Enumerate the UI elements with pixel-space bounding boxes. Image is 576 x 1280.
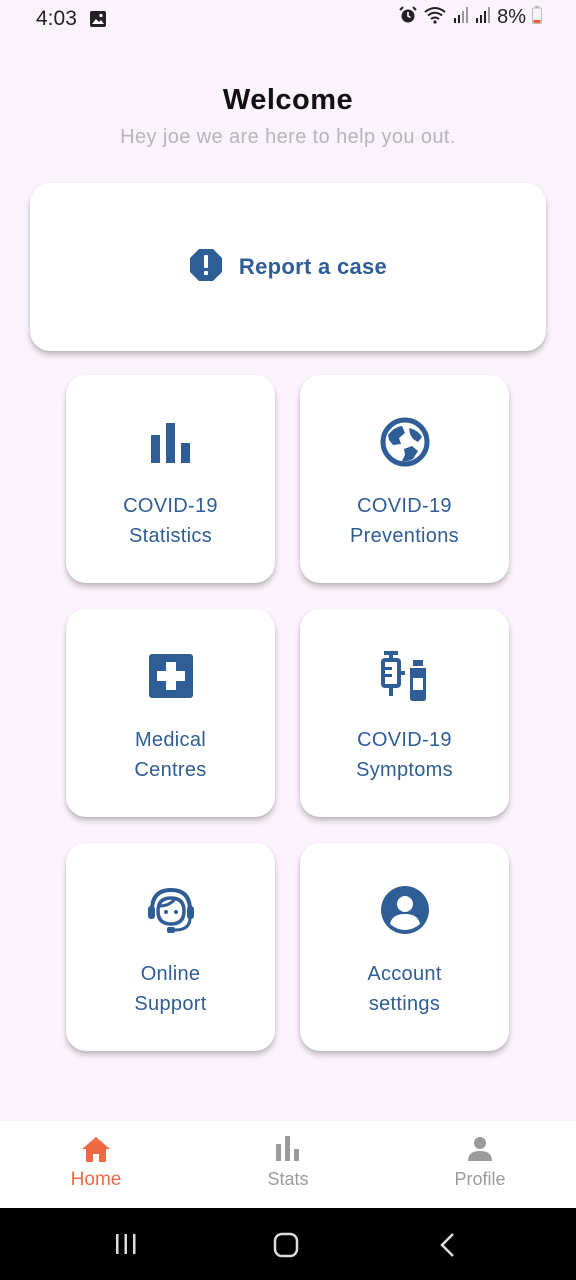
person-icon	[466, 1135, 494, 1165]
tile-label: COVID-19 Symptoms	[356, 729, 453, 781]
tile-label: COVID-19 Statistics	[123, 495, 218, 547]
page-title: Welcome	[222, 84, 354, 116]
covid-symptoms-tile[interactable]: COVID-19 Symptoms	[300, 609, 509, 817]
support-agent-icon	[145, 885, 197, 935]
bottom-navigation: Home Stats Profile	[0, 1121, 576, 1208]
tile-label: Online Support	[134, 963, 207, 1015]
nav-home-label: Home	[70, 1169, 122, 1190]
nav-stats[interactable]: Stats	[192, 1121, 384, 1208]
medical-centres-tile[interactable]: Medical Centres	[66, 609, 275, 817]
battery-level: 8%	[497, 6, 526, 28]
account-circle-icon	[380, 885, 430, 935]
tile-label: Account settings	[367, 963, 442, 1015]
wifi-icon	[423, 6, 447, 29]
covid-statistics-tile[interactable]: COVID-19 Statistics	[66, 375, 275, 583]
signal-icon	[475, 6, 491, 29]
report-case-button[interactable]: Report a case	[30, 183, 546, 351]
recent-apps-icon[interactable]	[114, 1232, 138, 1261]
nav-profile[interactable]: Profile	[384, 1121, 576, 1208]
home-system-icon[interactable]	[273, 1232, 299, 1263]
page-subtitle: Hey joe we are here to help you out.	[120, 126, 456, 148]
system-navigation-bar	[0, 1208, 576, 1280]
globe-icon	[380, 417, 430, 467]
nav-home[interactable]: Home	[0, 1121, 192, 1208]
status-icons: 8%	[399, 6, 542, 29]
image-icon	[89, 10, 107, 33]
bar-chart-icon	[275, 1135, 301, 1165]
tile-label: COVID-19 Preventions	[350, 495, 459, 547]
nav-stats-label: Stats	[267, 1169, 309, 1189]
medical-cross-icon	[148, 651, 194, 701]
alarm-icon	[399, 6, 417, 29]
online-support-tile[interactable]: Online Support	[66, 843, 275, 1051]
home-icon	[81, 1135, 111, 1165]
status-time: 4:03	[36, 7, 77, 30]
nav-profile-label: Profile	[454, 1169, 506, 1189]
back-icon[interactable]	[438, 1232, 458, 1263]
account-settings-tile[interactable]: Account settings	[300, 843, 509, 1051]
alert-octagon-icon	[189, 248, 223, 287]
battery-icon	[532, 6, 542, 29]
covid-preventions-tile[interactable]: COVID-19 Preventions	[300, 375, 509, 583]
vaccine-icon	[380, 651, 430, 701]
report-case-label: Report a case	[238, 254, 388, 279]
tile-label: Medical Centres	[134, 729, 207, 781]
status-bar: 4:03 8%	[0, 0, 576, 40]
signal-icon	[453, 6, 469, 29]
bar-chart-icon	[149, 417, 193, 467]
